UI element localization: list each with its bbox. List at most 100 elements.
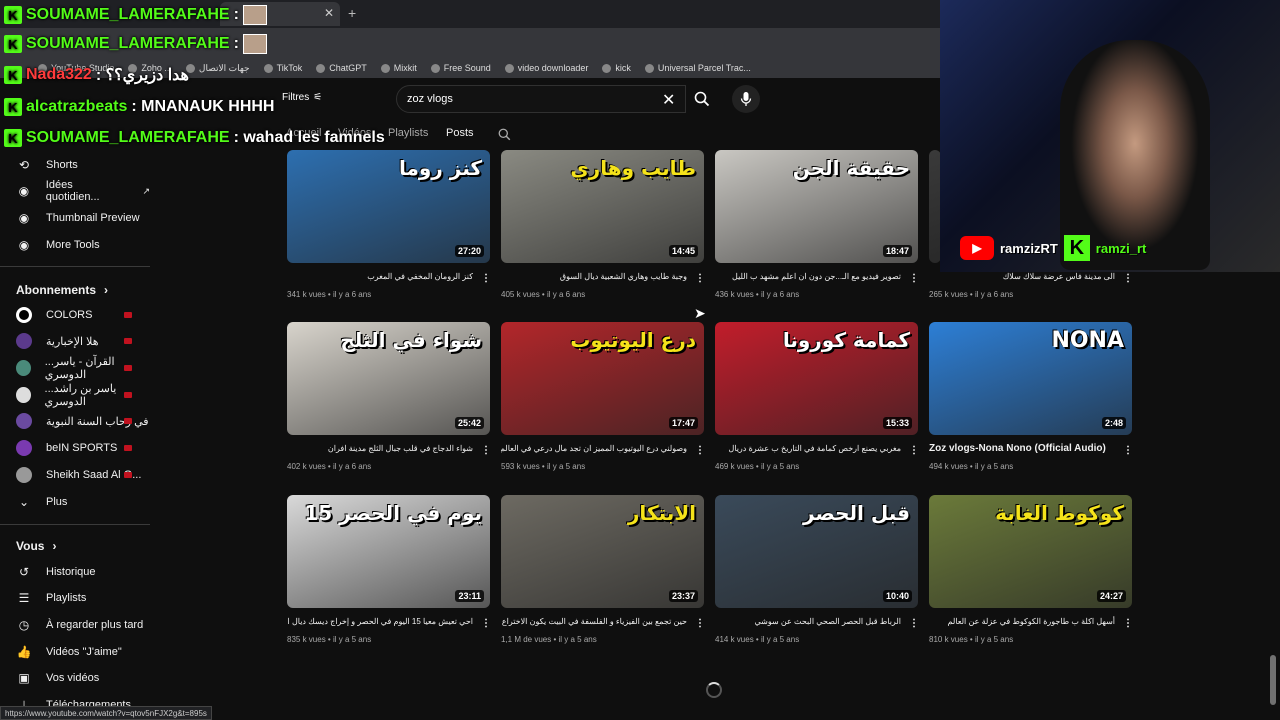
video-thumbnail[interactable]: كنز روما 27:20 bbox=[287, 150, 490, 263]
more-options-icon[interactable]: ⋮ bbox=[909, 273, 919, 284]
sidebar-item[interactable]: ◉ Thumbnail Preview bbox=[0, 205, 150, 231]
bookmark-label: Free Sound bbox=[443, 63, 491, 73]
subscription-item[interactable]: ⌄ Plus bbox=[0, 489, 150, 515]
status-url: https://www.youtube.com/watch?v=qtov5nFJ… bbox=[0, 706, 212, 720]
tools-icon: ◉ bbox=[18, 238, 30, 252]
video-thumbnail[interactable]: NONA 2:48 bbox=[929, 322, 1132, 435]
sidebar-item[interactable]: ☰ Playlists bbox=[0, 585, 150, 611]
video-meta: 265 k vues • il y a 6 ans bbox=[929, 290, 1013, 299]
history-icon: ↺ bbox=[18, 565, 30, 579]
meta-separator: • bbox=[325, 290, 333, 299]
search-icon bbox=[694, 91, 710, 107]
more-options-icon[interactable]: ⋮ bbox=[481, 618, 491, 629]
video-title[interactable]: الى مدينة فاس عرضة سلاك سلاك bbox=[929, 271, 1115, 282]
video-thumbnail[interactable]: كوكوط الغابة 24:27 bbox=[929, 495, 1132, 608]
video-thumbnail[interactable]: الابتكار 23:37 bbox=[501, 495, 704, 608]
kick-logo-icon: K bbox=[1063, 235, 1090, 261]
video-views: 265 k vues bbox=[929, 290, 968, 299]
subscription-item[interactable]: beIN SPORTS bbox=[0, 435, 150, 461]
live-indicator-icon bbox=[124, 365, 132, 371]
subscription-item[interactable]: في رحاب السنة النبوية bbox=[0, 408, 150, 434]
voice-search-button[interactable] bbox=[732, 85, 760, 113]
video-title[interactable]: احي تعيش معيا 15 اليوم في الحصر و إخراج … bbox=[287, 616, 473, 627]
sidebar-item[interactable]: ▣ Vos vidéos bbox=[0, 665, 150, 691]
bookmark-item[interactable]: kick bbox=[602, 63, 631, 73]
like-icon: 👍 bbox=[16, 645, 32, 659]
video-thumbnail[interactable]: 15 يوم في الحصر 23:11 bbox=[287, 495, 490, 608]
live-indicator-icon bbox=[124, 472, 132, 478]
video-thumbnail[interactable]: كمامة كورونا 15:33 bbox=[715, 322, 918, 435]
subscription-item[interactable]: COLORS bbox=[0, 302, 150, 328]
more-options-icon[interactable]: ⋮ bbox=[695, 273, 705, 284]
video-thumbnail[interactable]: حقيقة الجن 18:47 bbox=[715, 150, 918, 263]
video-title[interactable]: شواء الدجاج في قلب جبال الثلج مدينة افرا… bbox=[287, 443, 473, 454]
new-tab-icon[interactable]: + bbox=[348, 5, 356, 21]
search-button[interactable] bbox=[686, 85, 718, 113]
sidebar-item[interactable]: ◉ More Tools bbox=[0, 232, 150, 258]
bookmark-item[interactable]: Universal Parcel Trac... bbox=[644, 63, 751, 73]
bookmark-icon bbox=[504, 63, 514, 73]
more-options-icon[interactable]: ⋮ bbox=[481, 445, 491, 456]
video-thumbnail[interactable]: طايب وهاري 14:45 bbox=[501, 150, 704, 263]
subscriptions-heading[interactable]: Abonnements › bbox=[16, 283, 108, 297]
video-views: 494 k vues bbox=[929, 462, 968, 471]
subscription-label: ...ياسر بن راشد الدوسري bbox=[44, 383, 117, 408]
subscription-label: Plus bbox=[46, 496, 68, 508]
mouse-cursor-icon: ➤ bbox=[694, 305, 706, 321]
chat-message: K SOUMAME_LAMERAFAHE: bbox=[4, 4, 267, 26]
channel-search-icon[interactable] bbox=[498, 128, 511, 141]
tab-posts[interactable]: Posts bbox=[446, 127, 474, 139]
sidebar-item[interactable]: ⟲ Shorts bbox=[0, 152, 150, 178]
video-title[interactable]: حين تجمع بين الفيزياء و الفلسفة في البيت… bbox=[501, 616, 687, 627]
video-title[interactable]: وجبة طايب وهاري الشعبية ديال السوق bbox=[501, 271, 687, 282]
chevron-right-icon: › bbox=[104, 283, 109, 297]
video-thumbnail[interactable]: درع اليوتيوب 17:47 bbox=[501, 322, 704, 435]
video-views: 341 k vues bbox=[287, 290, 326, 299]
bookmark-icon bbox=[316, 63, 326, 73]
more-options-icon[interactable]: ⋮ bbox=[909, 445, 919, 456]
more-options-icon[interactable]: ⋮ bbox=[1123, 618, 1133, 629]
subscription-item[interactable]: هلا الإخبارية bbox=[0, 328, 150, 354]
more-options-icon[interactable]: ⋮ bbox=[1123, 273, 1133, 284]
sidebar-item[interactable]: ◉ Idées quotidien... ↗ bbox=[0, 178, 150, 204]
more-options-icon[interactable]: ⋮ bbox=[909, 618, 919, 629]
thumbnail-caption: درع اليوتيوب bbox=[570, 328, 696, 352]
external-link-icon: ↗ bbox=[142, 185, 150, 196]
you-heading[interactable]: Vous › bbox=[16, 539, 56, 553]
subscription-item[interactable]: ...ياسر بن راشد الدوسري bbox=[0, 382, 150, 408]
bookmark-item[interactable]: Mixkit bbox=[380, 63, 417, 73]
sidebar-item[interactable]: ↺ Historique bbox=[0, 559, 150, 585]
video-duration: 15:33 bbox=[882, 417, 912, 429]
subscription-item[interactable]: Sheikh Saad Al G... bbox=[0, 462, 150, 488]
bookmark-item[interactable]: TikTok bbox=[263, 63, 302, 73]
more-options-icon[interactable]: ⋮ bbox=[481, 273, 491, 284]
sidebar-item[interactable]: ◷ À regarder plus tard bbox=[0, 612, 150, 638]
clear-search-icon[interactable]: ✕ bbox=[662, 90, 675, 110]
chat-text: : wahad les famnels bbox=[233, 129, 385, 146]
more-options-icon[interactable]: ⋮ bbox=[695, 618, 705, 629]
more-options-icon[interactable]: ⋮ bbox=[1123, 445, 1133, 456]
search-input[interactable]: zoz vlogs bbox=[396, 85, 686, 113]
youtube-logo-icon: ▶ bbox=[960, 236, 994, 260]
video-thumbnail[interactable]: شواء في الثلج 25:42 bbox=[287, 322, 490, 435]
video-title[interactable]: مغربي يصنع ارخص كمامة في التاريخ ب عشرة … bbox=[715, 443, 901, 454]
scrollbar[interactable] bbox=[1270, 655, 1276, 705]
bookmark-item[interactable]: ChatGPT bbox=[316, 63, 367, 73]
filters-button[interactable]: Filtres ⚟ bbox=[282, 92, 322, 103]
bookmark-item[interactable]: Free Sound bbox=[430, 63, 491, 73]
bookmark-item[interactable]: video downloader bbox=[504, 63, 588, 73]
subscription-item[interactable]: ...القرآن - ياسر الدوسري bbox=[0, 355, 150, 381]
video-thumbnail[interactable]: قبل الحصر 10:40 bbox=[715, 495, 918, 608]
video-title[interactable]: وصولني درع اليوتيوب المميز ان تجد مال در… bbox=[501, 443, 687, 454]
sidebar-item[interactable]: 👍 Vidéos "J'aime" bbox=[0, 639, 150, 665]
bookmark-item[interactable]: جهات الاتصال bbox=[185, 63, 250, 74]
tab-playlists[interactable]: Playlists bbox=[388, 127, 428, 139]
tab-close-icon[interactable]: ✕ bbox=[324, 6, 334, 20]
more-options-icon[interactable]: ⋮ bbox=[695, 445, 705, 456]
video-title[interactable]: Zoz vlogs-Nona Nono (Official Audio) bbox=[929, 443, 1115, 454]
video-title[interactable]: أسهل اكلة ب طاجورة الكوكوط في عزلة عن ال… bbox=[929, 616, 1115, 627]
video-title[interactable]: كنز الرومان المخفي في المغرب bbox=[287, 271, 473, 282]
video-title[interactable]: الرباط قبل الحصر الصحي البحث عن سوشي bbox=[715, 616, 901, 627]
subscription-label: هلا الإخبارية bbox=[46, 335, 99, 348]
video-title[interactable]: تصوير فيديو مع الـ...جن دون ان اعلم مشهد… bbox=[715, 271, 901, 282]
